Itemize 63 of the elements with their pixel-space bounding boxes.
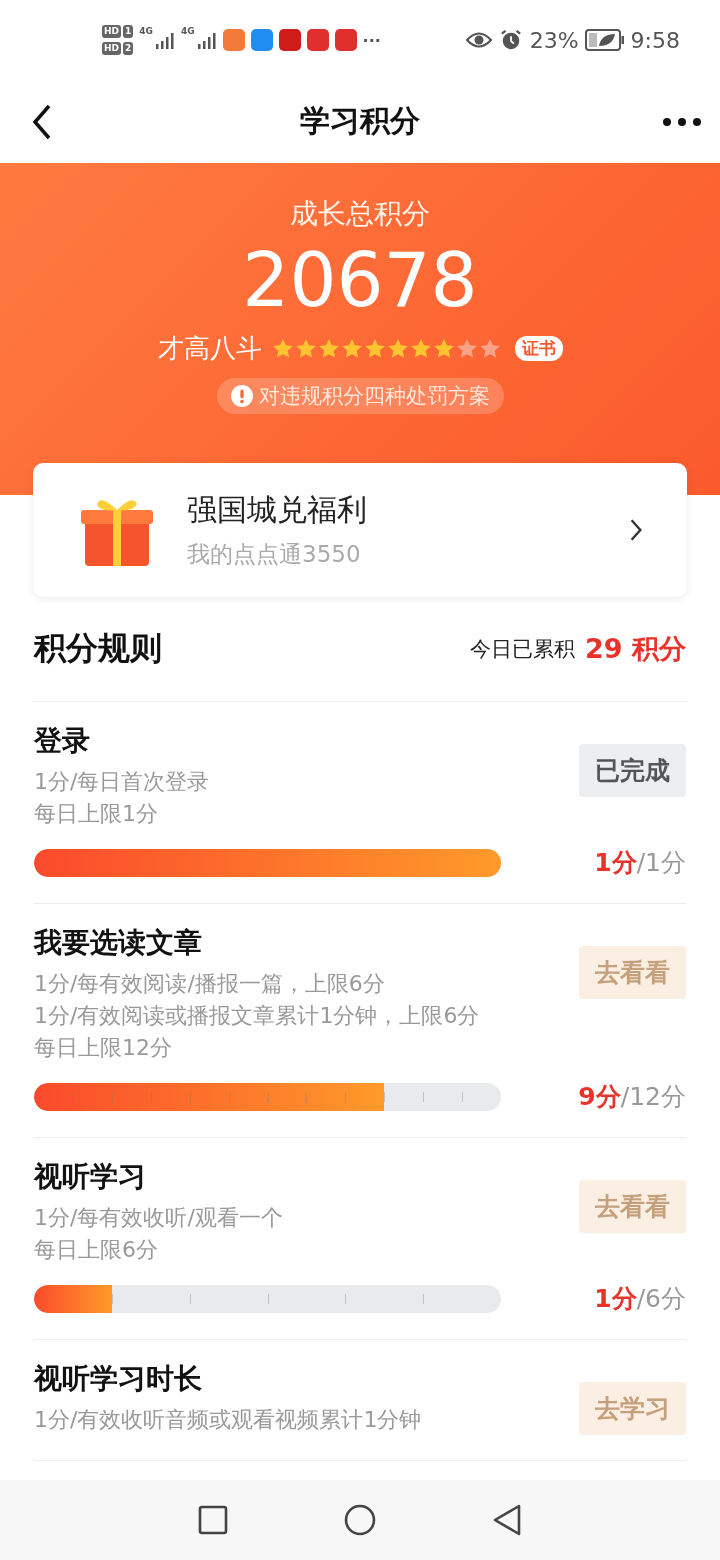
task-rule: 1分/有效收听音频或观看视频累计1分钟 (34, 1406, 423, 1434)
task-button[interactable]: 去学习 (579, 1382, 686, 1435)
back-icon[interactable] (32, 103, 52, 140)
task-rule: 1分/每有效收听/观看一个 (34, 1204, 284, 1232)
sim-badge: HD (102, 25, 121, 38)
recent-apps-icon[interactable] (197, 1504, 230, 1536)
sim-slot: 2 (123, 42, 134, 55)
task-title: 我要选读文章 (34, 925, 203, 961)
star-icon (432, 337, 455, 360)
points-balance: 我的点点通3550 (187, 540, 362, 569)
rank-title: 才高八斗 (157, 332, 262, 365)
points-earned: 1分 (594, 847, 637, 879)
signal-icon (196, 30, 217, 50)
task-rule: 1分/有效阅读或播报文章累计1分钟，上限6分 (34, 1002, 481, 1030)
points-earned: 1分 (594, 1283, 637, 1315)
score-total: 20678 (242, 236, 478, 325)
task-rule: 每日上限6分 (34, 1236, 159, 1264)
welfare-card[interactable]: 强国城兑福利 我的点点通3550 (33, 463, 687, 597)
battery-icon (584, 29, 625, 51)
task-rule: 1分/每日首次登录 (34, 768, 211, 796)
star-icon (340, 337, 363, 360)
more-notifications: ··· (362, 30, 381, 50)
score-label: 成长总积分 (290, 196, 430, 232)
chevron-right-icon (629, 518, 643, 542)
today-points: 29 积分 (585, 632, 686, 666)
star-icon (317, 337, 340, 360)
task-button[interactable]: 去看看 (579, 946, 686, 999)
points-cap: /1分 (636, 847, 686, 879)
home-icon[interactable] (344, 1504, 376, 1536)
certificate-button[interactable]: 证书 (514, 336, 563, 361)
more-icon[interactable] (662, 116, 702, 127)
sim-badge: HD (102, 42, 121, 55)
star-icon (455, 337, 478, 360)
task-rule: 1分/每有效阅读/播报一篇，上限6分 (34, 970, 386, 998)
network-type: 4G (139, 26, 153, 36)
points-earned: 9分 (578, 1081, 621, 1113)
eye-icon (465, 29, 492, 51)
penalty-notice-link[interactable]: 对违规积分四种处罚方案 (216, 378, 504, 414)
task-rule: 每日上限12分 (34, 1034, 173, 1062)
points-cap: /12分 (620, 1081, 686, 1113)
section-title: 积分规则 (34, 628, 162, 669)
task-rule: 每日上限1分 (34, 800, 159, 828)
today-label: 今日已累积 (470, 636, 575, 663)
clock: 9:58 (630, 27, 680, 53)
points-cap: /6分 (636, 1283, 686, 1315)
signal-icon (154, 30, 175, 50)
star-icon (478, 337, 501, 360)
task-title: 视听学习 (34, 1159, 147, 1195)
task-title: 登录 (34, 723, 91, 759)
network-type: 4G (180, 26, 195, 36)
battery-percent: 23% (529, 27, 579, 53)
sim-slot: 1 (123, 25, 134, 38)
star-icon (363, 337, 386, 360)
page-title: 学习积分 (300, 102, 420, 140)
welfare-title: 强国城兑福利 (187, 491, 368, 529)
warning-icon (230, 385, 253, 407)
star-icon (294, 337, 317, 360)
star-icon (409, 337, 432, 360)
star-icon (271, 337, 294, 360)
task-title: 视听学习时长 (34, 1361, 203, 1397)
task-button[interactable]: 去看看 (579, 1180, 686, 1233)
task-button[interactable]: 已完成 (579, 744, 686, 797)
star-icon (386, 337, 409, 360)
